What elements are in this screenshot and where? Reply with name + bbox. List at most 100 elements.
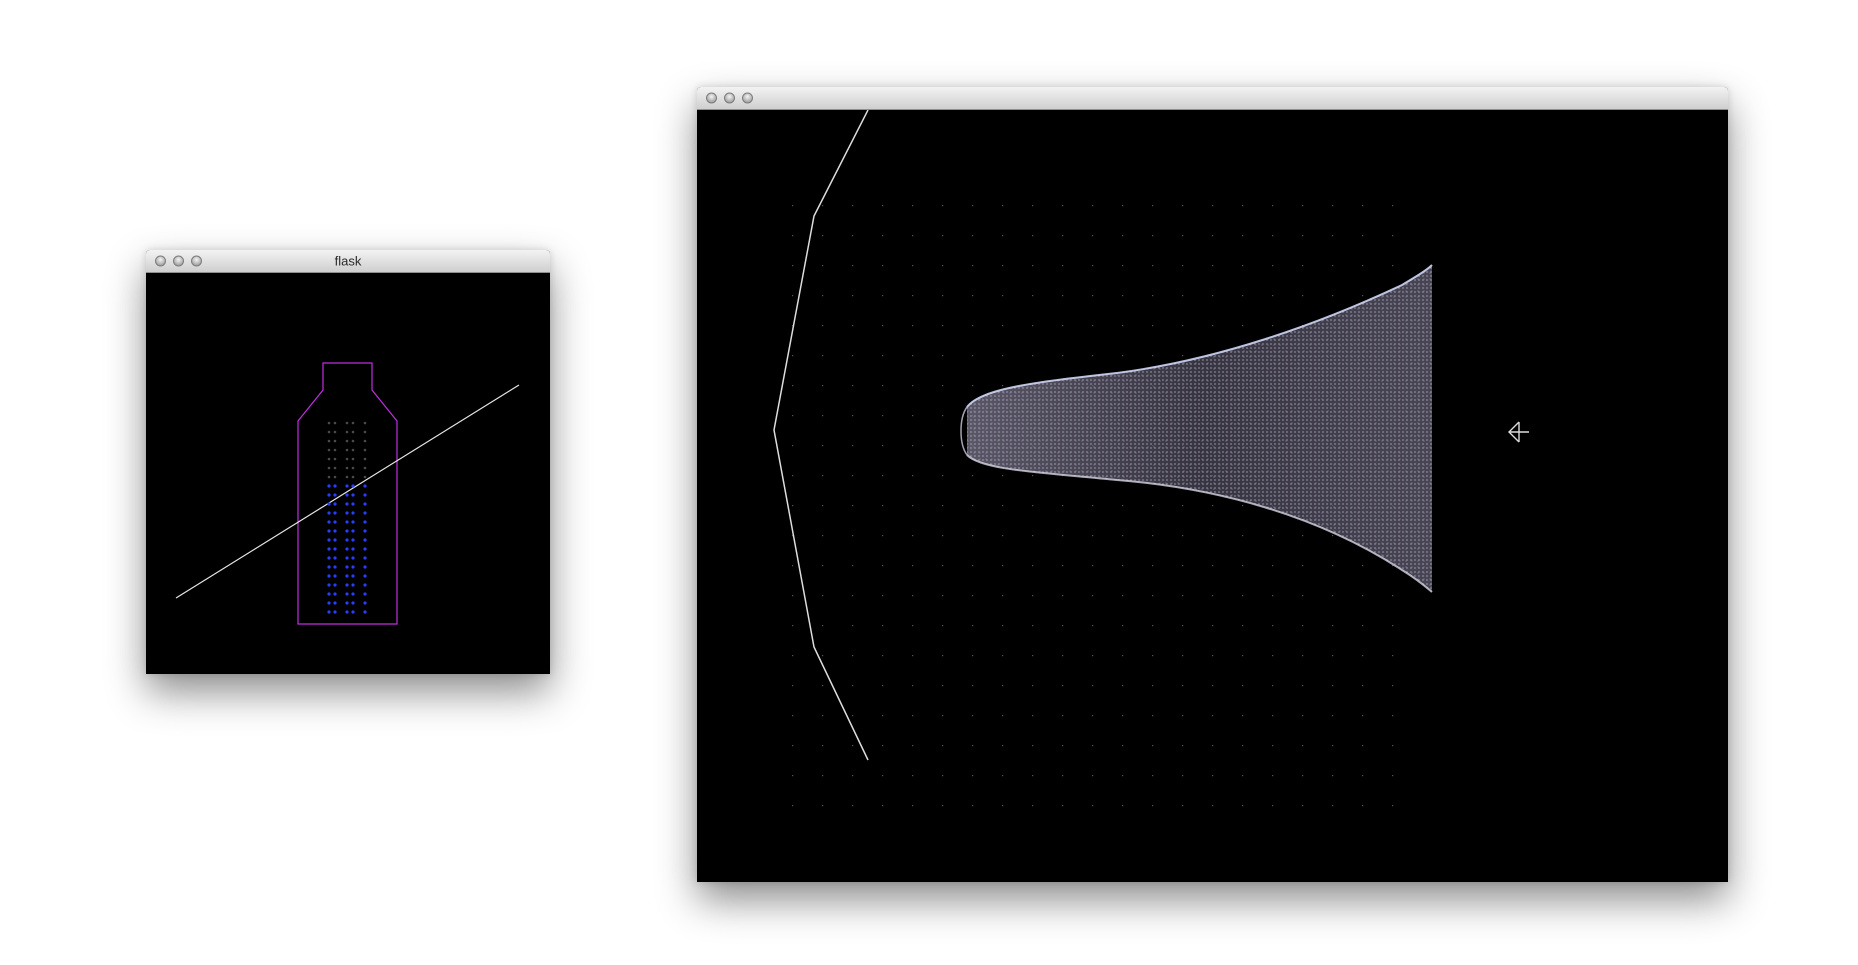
particle bbox=[333, 538, 337, 542]
grid-dot bbox=[1062, 535, 1064, 537]
particle bbox=[351, 457, 355, 461]
particle bbox=[351, 592, 355, 596]
grid-dot bbox=[912, 355, 914, 357]
minimize-icon[interactable] bbox=[724, 92, 735, 104]
grid-dot bbox=[1212, 625, 1214, 627]
particle bbox=[363, 529, 367, 533]
particle bbox=[351, 430, 355, 434]
grid-dot bbox=[1062, 715, 1064, 717]
grid-dot bbox=[1302, 595, 1304, 597]
grid-dot bbox=[1062, 685, 1064, 687]
grid-dot bbox=[1182, 295, 1184, 297]
grid-dot bbox=[1032, 595, 1034, 597]
particle bbox=[351, 583, 355, 587]
grid-dot bbox=[822, 295, 824, 297]
particle bbox=[345, 592, 349, 596]
grid-dot bbox=[972, 295, 974, 297]
grid-dot bbox=[882, 385, 884, 387]
particle bbox=[333, 439, 337, 443]
grid-dot bbox=[912, 655, 914, 657]
particle bbox=[363, 556, 367, 560]
particle bbox=[363, 439, 367, 443]
grid-dot bbox=[1242, 505, 1244, 507]
particle bbox=[333, 475, 337, 479]
render-canvas[interactable] bbox=[697, 110, 1728, 882]
grid-dot bbox=[1152, 625, 1154, 627]
grid-dot bbox=[1032, 655, 1034, 657]
particle bbox=[333, 565, 337, 569]
particle bbox=[345, 547, 349, 551]
grid-dot bbox=[1362, 805, 1364, 807]
grid-dot bbox=[1152, 655, 1154, 657]
grid-dot bbox=[1062, 805, 1064, 807]
grid-dot bbox=[972, 625, 974, 627]
flask-titlebar[interactable]: flask bbox=[146, 250, 550, 273]
particle bbox=[345, 511, 349, 515]
grid-dot bbox=[1212, 745, 1214, 747]
grid-dot bbox=[1002, 625, 1004, 627]
particle bbox=[327, 466, 331, 470]
flask-window-title: flask bbox=[334, 253, 362, 269]
grid-dot bbox=[852, 685, 854, 687]
grid-dot bbox=[822, 505, 824, 507]
grid-dot bbox=[1302, 805, 1304, 807]
grid-dot bbox=[1182, 625, 1184, 627]
grid-dot bbox=[912, 565, 914, 567]
grid-dot bbox=[1362, 565, 1364, 567]
grid-dot bbox=[1002, 355, 1004, 357]
grid-dot bbox=[912, 385, 914, 387]
grid-dot bbox=[1062, 325, 1064, 327]
particle bbox=[345, 556, 349, 560]
grid-dot bbox=[912, 715, 914, 717]
grid-dot bbox=[822, 775, 824, 777]
grid-dot bbox=[1062, 775, 1064, 777]
grid-dot bbox=[1392, 685, 1394, 687]
grid-dot bbox=[1242, 625, 1244, 627]
grid-dot bbox=[1182, 775, 1184, 777]
particle bbox=[363, 592, 367, 596]
particle bbox=[345, 610, 349, 614]
grid-dot bbox=[1002, 475, 1004, 477]
grid-dot bbox=[882, 355, 884, 357]
particle bbox=[351, 556, 355, 560]
particle bbox=[345, 502, 349, 506]
grid-dot bbox=[1032, 325, 1034, 327]
grid-dot bbox=[912, 295, 914, 297]
grid-dot bbox=[1272, 745, 1274, 747]
grid-dot bbox=[1302, 655, 1304, 657]
grid-dot bbox=[1182, 265, 1184, 267]
particle bbox=[333, 493, 337, 497]
grid-dot bbox=[972, 655, 974, 657]
grid-dot bbox=[1212, 715, 1214, 717]
close-icon[interactable] bbox=[706, 92, 717, 104]
grid-dot bbox=[1362, 205, 1364, 207]
particle bbox=[345, 529, 349, 533]
grid-dot bbox=[972, 385, 974, 387]
grid-dot bbox=[1302, 625, 1304, 627]
grid-dot bbox=[822, 655, 824, 657]
grid-dot bbox=[1152, 235, 1154, 237]
flask-canvas[interactable] bbox=[146, 273, 550, 674]
particle bbox=[327, 511, 331, 515]
grid-dot bbox=[882, 595, 884, 597]
particle bbox=[333, 484, 337, 488]
grid-dot bbox=[1242, 715, 1244, 717]
funnel-mesh-tint bbox=[967, 265, 1432, 592]
particle bbox=[351, 493, 355, 497]
particle bbox=[327, 475, 331, 479]
zoom-icon[interactable] bbox=[742, 92, 753, 104]
grid-dot bbox=[792, 355, 794, 357]
arrow-left-icon[interactable] bbox=[1508, 421, 1529, 443]
grid-dot bbox=[792, 655, 794, 657]
grid-dot bbox=[1332, 805, 1334, 807]
grid-dot bbox=[1392, 625, 1394, 627]
grid-dot bbox=[1092, 805, 1094, 807]
grid-dot bbox=[1002, 205, 1004, 207]
grid-dot bbox=[972, 775, 974, 777]
render-titlebar[interactable] bbox=[697, 87, 1728, 110]
grid-dot bbox=[1122, 295, 1124, 297]
grid-dot bbox=[882, 415, 884, 417]
grid-dot bbox=[1242, 805, 1244, 807]
grid-dot bbox=[1122, 715, 1124, 717]
grid-dot bbox=[1122, 535, 1124, 537]
